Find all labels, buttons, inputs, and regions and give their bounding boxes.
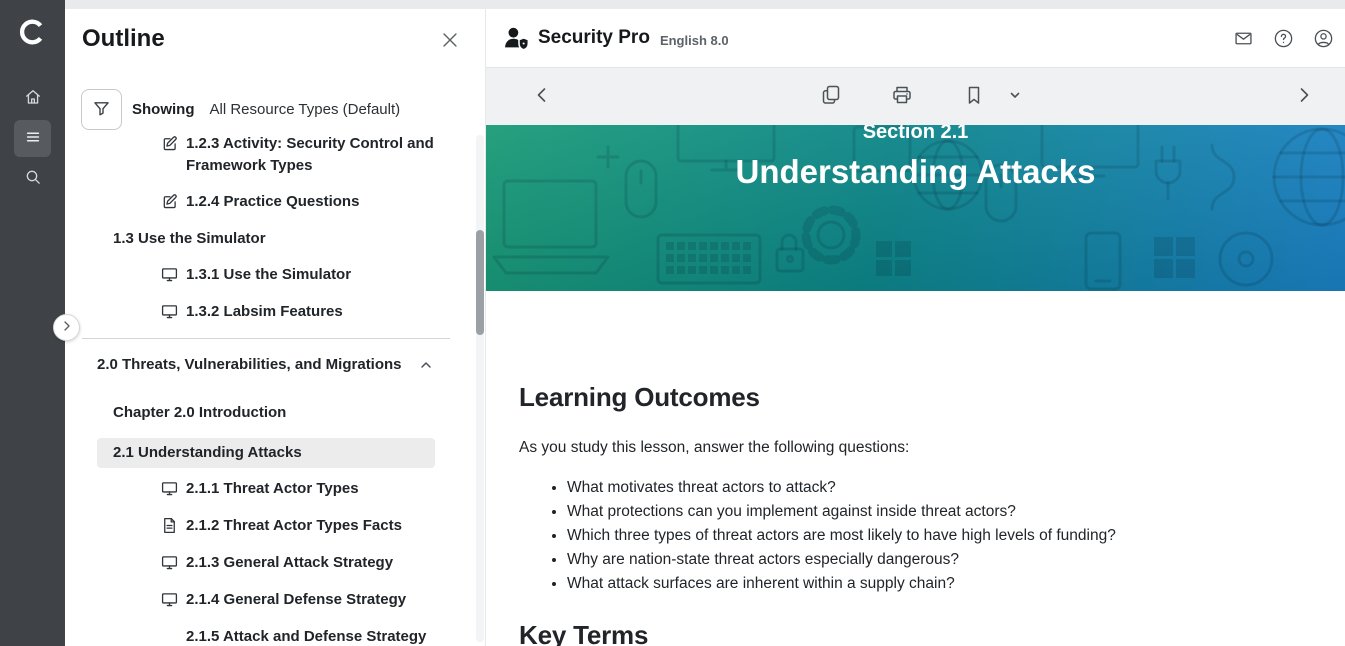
banner-section-label: Section 2.1 — [486, 125, 1345, 145]
search-icon — [23, 167, 43, 190]
section-banner: Section 2.1 Understanding Attacks — [486, 125, 1345, 291]
lesson-toolbar — [486, 68, 1345, 125]
outline-item[interactable]: 1.3.1 Use the Simulator — [65, 264, 475, 286]
outline-item-label: 1.2.4 Practice Questions — [186, 191, 359, 213]
monitor-icon — [160, 265, 180, 285]
outline-item[interactable]: 2.1.2 Threat Actor Types Facts — [65, 515, 475, 537]
account-icon — [1313, 37, 1334, 52]
help-button[interactable] — [1273, 28, 1294, 49]
showing-label: Showing — [132, 101, 195, 118]
outline-item-label: 2.1.2 Threat Actor Types Facts — [186, 515, 402, 537]
print-button[interactable] — [887, 82, 917, 112]
outline-scrollbar-thumb[interactable] — [476, 230, 484, 335]
learning-outcomes-heading: Learning Outcomes — [519, 382, 1305, 413]
chevron-down-icon — [1003, 95, 1027, 110]
chevron-right-icon — [61, 319, 73, 337]
outline-item[interactable]: 1.3.2 Labsim Features — [65, 301, 475, 323]
document-icon — [160, 516, 180, 536]
next-page-button[interactable] — [1289, 82, 1319, 112]
outline-item[interactable]: 2.1.1 Threat Actor Types — [65, 478, 475, 500]
outline-tree: 1.2.3 Activity: Security Control and Fra… — [65, 133, 475, 646]
filter-icon — [91, 98, 112, 122]
panel-collapse-button[interactable] — [53, 314, 80, 341]
edit-icon — [160, 134, 180, 154]
header-icons — [1233, 9, 1334, 68]
copy-icon — [819, 95, 843, 110]
filter-row: Showing All Resource Types (Default) — [81, 89, 400, 130]
search-button[interactable] — [14, 160, 51, 197]
outline-panel-title: Outline — [82, 25, 165, 53]
outline-item-label: 2.0 Threats, Vulnerabilities, and Migrat… — [97, 354, 402, 376]
course-version: English 8.0 — [660, 33, 729, 48]
outline-item[interactable]: 2.1.5 Attack and Defense Strategy — [65, 626, 475, 646]
main-content: Security Pro English 8.0 — [486, 0, 1345, 646]
filter-button[interactable] — [81, 89, 122, 130]
top-strip — [65, 0, 1345, 9]
edit-icon — [160, 192, 180, 212]
outline-item[interactable]: 1.2.4 Practice Questions — [65, 191, 475, 213]
course-header: Security Pro English 8.0 — [486, 9, 1345, 68]
bookmark-button[interactable] — [959, 82, 989, 112]
outline-item-label: 1.2.3 Activity: Security Control and Fra… — [186, 133, 475, 176]
question-item: Why are nation-state threat actors espec… — [567, 548, 1305, 572]
filter-value[interactable]: All Resource Types (Default) — [210, 101, 401, 118]
chevron-up-icon[interactable] — [417, 356, 435, 374]
outline-item-label: 1.3.1 Use the Simulator — [186, 264, 351, 286]
outline-section-header[interactable]: 2.0 Threats, Vulnerabilities, and Migrat… — [65, 354, 475, 376]
banner-title: Understanding Attacks — [486, 153, 1345, 191]
outline-item[interactable]: Chapter 2.0 Introduction — [65, 402, 475, 424]
outline-item-label: Chapter 2.0 Introduction — [113, 402, 286, 424]
help-icon — [1273, 37, 1294, 52]
monitor-icon — [160, 553, 180, 573]
outline-item-label: 1.3 Use the Simulator — [113, 228, 266, 250]
outline-item[interactable]: 2.1 Understanding Attacks — [97, 438, 435, 468]
previous-page-button[interactable] — [527, 82, 557, 112]
outline-item[interactable]: 2.1.3 General Attack Strategy — [65, 552, 475, 574]
monitor-icon — [160, 590, 180, 610]
course-title: Security Pro — [538, 27, 650, 49]
close-icon — [439, 39, 461, 54]
mail-button[interactable] — [1233, 28, 1254, 49]
questions-list: What motivates threat actors to attack?W… — [519, 476, 1305, 596]
outline-item[interactable]: 1.2.3 Activity: Security Control and Fra… — [65, 133, 475, 176]
monitor-icon — [160, 302, 180, 322]
question-item: What motivates threat actors to attack? — [567, 476, 1305, 500]
lesson-body: Learning Outcomes As you study this less… — [486, 291, 1345, 646]
chevron-left-icon — [530, 95, 554, 110]
key-terms-heading: Key Terms — [519, 620, 1305, 646]
home-icon — [23, 87, 43, 110]
lesson-intro: As you study this lesson, answer the fol… — [519, 439, 1305, 457]
home-button[interactable] — [14, 80, 51, 117]
person-shield-icon — [503, 25, 530, 52]
menu-icon — [23, 127, 43, 150]
outline-item-label: 2.1.5 Attack and Defense Strategy — [186, 626, 426, 646]
outline-item-label: 2.1.3 General Attack Strategy — [186, 552, 393, 574]
c-logo-icon — [18, 17, 48, 47]
account-button[interactable] — [1313, 28, 1334, 49]
copy-button[interactable] — [816, 82, 846, 112]
app-logo — [0, 14, 65, 50]
question-item: Which three types of threat actors are m… — [567, 524, 1305, 548]
outline-close-button[interactable] — [438, 29, 462, 53]
outline-item[interactable]: 1.3 Use the Simulator — [65, 228, 475, 250]
outline-scrollbar[interactable] — [476, 135, 484, 642]
mail-icon — [1233, 37, 1254, 52]
outline-item-label: 1.3.2 Labsim Features — [186, 301, 343, 323]
monitor-icon — [160, 479, 180, 499]
outline-item-label: 2.1.4 General Defense Strategy — [186, 589, 406, 611]
bookmark-menu-button[interactable] — [1000, 82, 1030, 112]
outline-item[interactable]: 2.1.4 General Defense Strategy — [65, 589, 475, 611]
question-item: What protections can you implement again… — [567, 500, 1305, 524]
chevron-right-icon — [1292, 95, 1316, 110]
bookmark-icon — [962, 95, 986, 110]
outline-divider — [82, 338, 450, 339]
question-item: What attack surfaces are inherent within… — [567, 572, 1305, 596]
outline-item-label: 2.1.1 Threat Actor Types — [186, 478, 359, 500]
app-window: Outline Showing All Resource Types (Defa… — [0, 0, 1345, 646]
outline-item-label: 2.1 Understanding Attacks — [113, 442, 302, 464]
outline-menu-button[interactable] — [14, 120, 51, 157]
print-icon — [890, 95, 914, 110]
outline-panel: Outline Showing All Resource Types (Defa… — [65, 0, 486, 646]
